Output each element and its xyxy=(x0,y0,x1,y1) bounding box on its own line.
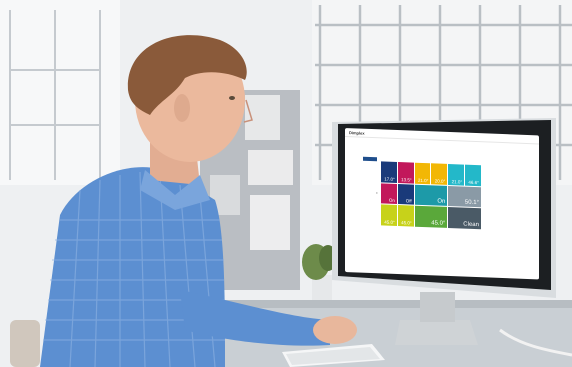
chevron-right-icon[interactable]: › xyxy=(376,190,378,196)
status-tile[interactable]: 17.0° xyxy=(381,161,397,183)
sidebar-item[interactable] xyxy=(363,193,377,198)
tile-grid: 17.0° 13.5° 21.0° 20.0° 21.0° 46.6° On Off On 50.… xyxy=(381,161,481,230)
status-tile[interactable]: Off xyxy=(397,183,414,205)
sidebar-item[interactable] xyxy=(363,163,377,168)
left-window xyxy=(0,0,120,185)
sidebar-item[interactable] xyxy=(363,235,377,240)
status-tile[interactable]: 45.0° xyxy=(414,206,448,228)
status-tile[interactable]: 21.0° xyxy=(414,162,431,184)
sidebar-item[interactable] xyxy=(363,187,377,192)
status-tile[interactable]: On xyxy=(414,184,448,207)
sidebar-item[interactable] xyxy=(363,247,377,252)
sidebar-item[interactable] xyxy=(363,229,377,234)
sidebar-item[interactable] xyxy=(363,205,377,210)
sidebar-item[interactable] xyxy=(363,169,377,174)
sidebar-item[interactable] xyxy=(363,217,377,222)
sidebar-item[interactable] xyxy=(363,181,377,186)
sidebar-item[interactable] xyxy=(363,199,377,204)
sidebar-item[interactable] xyxy=(363,241,377,246)
status-tile[interactable]: 50.1° xyxy=(448,185,481,208)
sidebar-item[interactable] xyxy=(363,211,377,216)
monitor-screen: Dimplex › 17.0° 13.5° 21.0° 20.0° 21.0° 46.6°… xyxy=(345,128,539,280)
app-tabs xyxy=(350,138,382,140)
status-tile[interactable]: 21.0° xyxy=(448,163,465,186)
sidebar-item[interactable] xyxy=(363,175,377,180)
status-tile[interactable]: 45.0° xyxy=(381,204,397,226)
status-tile[interactable]: 45.0° xyxy=(397,205,414,227)
office-photo: Dimplex › 17.0° 13.5° 21.0° 20.0° 21.0° 46.6°… xyxy=(0,0,572,367)
chair xyxy=(10,320,40,367)
sidebar xyxy=(363,156,377,254)
status-tile[interactable]: 13.5° xyxy=(397,162,414,184)
status-tile[interactable]: 20.0° xyxy=(431,163,448,185)
status-tile[interactable]: On xyxy=(381,183,397,205)
app-title: Dimplex xyxy=(349,129,365,136)
status-tile[interactable]: 46.6° xyxy=(465,164,481,186)
sidebar-item[interactable] xyxy=(363,223,377,228)
sidebar-item[interactable] xyxy=(363,156,377,162)
status-tile[interactable]: Clean xyxy=(448,207,481,230)
